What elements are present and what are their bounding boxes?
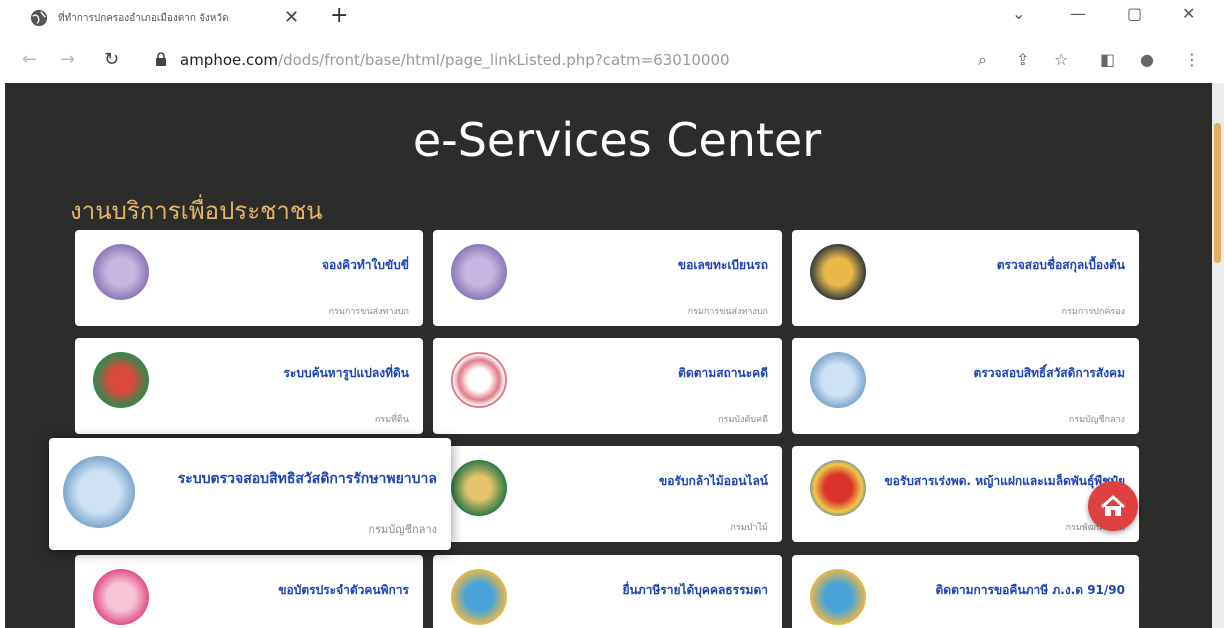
restore-icon[interactable]: ▢ [1127,4,1142,23]
agency-logo-icon [93,244,149,300]
agency-logo-icon [451,569,507,625]
agency-logo-icon [451,352,507,408]
agency-logo-icon [93,569,149,625]
service-dept: กรมการขนส่งทางบก [687,307,768,317]
service-card[interactable]: ตรวจสอบชื่อสกุลเบื้องต้น กรมการปกครอง [792,230,1139,326]
agency-logo-icon [810,244,866,300]
home-button[interactable] [1088,481,1138,531]
service-name: ขอเลขทะเบียนรถ [677,258,768,272]
service-dept: กรมป่าไม้ [730,523,768,533]
service-name: ตรวจสอบชื่อสกุลเบื้องต้น [996,258,1125,272]
service-card[interactable]: ขอเลขทะเบียนรถ กรมการขนส่งทางบก [433,230,782,326]
close-window-icon[interactable]: ✕ [1182,4,1195,23]
scrollbar[interactable] [1212,83,1224,628]
profile-icon[interactable]: ● [1140,50,1154,69]
chevron-down-icon[interactable]: ⌄ [1012,4,1025,23]
url-host: amphoe.com [180,51,279,69]
agency-logo-icon [810,460,866,516]
service-card[interactable]: ขอรับสารเร่งพด. หญ้าแฝกและเมล็ดพันธุ์พืช… [792,446,1139,542]
agency-logo-icon [810,569,866,625]
service-dept: กรมบัญชีกลาง [368,523,437,536]
service-name: ระบบตรวจสอบสิทธิสวัสดิการรักษาพยาบาล [177,471,437,487]
url-field[interactable]: amphoe.com/dods/front/base/html/page_lin… [180,51,730,69]
browser-window: ที่ทำการปกครองอำเภอเมืองตาก จังหวัดตาก ✕… [0,0,1224,628]
service-card[interactable]: ติดตามสถานะคดี กรมบังคับคดี [433,338,782,434]
home-icon [1100,494,1126,516]
share-icon[interactable]: ⇪ [1016,50,1029,69]
service-name: ยื่นภาษีรายได้บุคคลธรรมดา [622,583,768,597]
service-name: ติดตามสถานะคดี [678,366,768,380]
agency-logo-icon [451,460,507,516]
tab-title: ที่ทำการปกครองอำเภอเมืองตาก จังหวัดตาก [58,12,228,24]
tab-strip: ที่ทำการปกครองอำเภอเมืองตาก จังหวัดตาก ✕… [0,0,1224,36]
bookmark-star-icon[interactable]: ☆ [1054,50,1068,69]
service-dept: กรมที่ดิน [374,415,409,425]
service-dept: กรมบังคับคดี [718,415,768,425]
section-title: งานบริการเพื่อประชาชน [70,197,323,225]
url-path: /dods/front/base/html/page_linkListed.ph… [278,51,730,69]
service-name: ตรวจสอบสิทธิ์สวัสดิการสังคม [973,366,1125,380]
minimize-icon[interactable]: — [1070,4,1086,23]
service-name: ติดตามการขอคืนภาษี ภ.ง.ด 91/90 [935,583,1126,597]
zoom-icon[interactable]: ⌕ [978,50,987,70]
new-tab-icon[interactable]: + [330,3,348,28]
service-dept: กรมการขนส่งทางบก [328,307,409,317]
agency-logo-icon [451,244,507,300]
side-panel-icon[interactable]: ◧ [1100,50,1115,69]
service-name: ขอรับกล้าไม้ออนไลน์ [659,474,768,488]
menu-icon[interactable]: ⋮ [1184,50,1200,69]
agency-logo-icon [93,352,149,408]
lock-icon [156,52,166,66]
page-content: e-Services Center งานบริการเพื่อประชาชน … [5,83,1224,628]
scrollbar-thumb[interactable] [1214,123,1221,263]
service-dept: กรมการปกครอง [1061,307,1125,317]
service-card[interactable]: ระบบค้นหารูปแปลงที่ดิน กรมที่ดิน [75,338,423,434]
globe-icon [30,9,48,27]
close-tab-icon[interactable]: ✕ [284,7,299,28]
service-card[interactable]: ตรวจสอบสิทธิ์สวัสดิการสังคม กรมบัญชีกลาง [792,338,1139,434]
service-card[interactable]: ยื่นภาษีรายได้บุคคลธรรมดา [433,555,782,628]
service-dept: กรมบัญชีกลาง [1068,415,1125,425]
service-card-hovered[interactable]: ระบบตรวจสอบสิทธิสวัสดิการรักษาพยาบาล กรม… [49,438,451,550]
service-card[interactable]: จองคิวทำใบขับขี่ กรมการขนส่งทางบก [75,230,423,326]
reload-icon[interactable]: ↻ [104,49,119,70]
service-card[interactable]: ขอรับกล้าไม้ออนไลน์ กรมป่าไม้ [433,446,782,542]
forward-icon[interactable]: → [60,49,75,70]
agency-logo-icon [63,456,135,528]
service-card[interactable]: ขอบัตรประจำตัวคนพิการ [75,555,423,628]
service-name: จองคิวทำใบขับขี่ [321,258,409,272]
back-icon[interactable]: ← [22,49,37,70]
hero-title: e-Services Center [412,113,822,167]
address-bar: ← → ↻ amphoe.com/dods/front/base/html/pa… [0,40,1224,82]
service-name: ขอบัตรประจำตัวคนพิการ [278,583,409,597]
service-card[interactable]: ติดตามการขอคืนภาษี ภ.ง.ด 91/90 [792,555,1139,628]
agency-logo-icon [810,352,866,408]
browser-tab[interactable]: ที่ทำการปกครองอำเภอเมืองตาก จังหวัดตาก ✕ [22,2,312,34]
service-name: ระบบค้นหารูปแปลงที่ดิน [283,366,409,380]
